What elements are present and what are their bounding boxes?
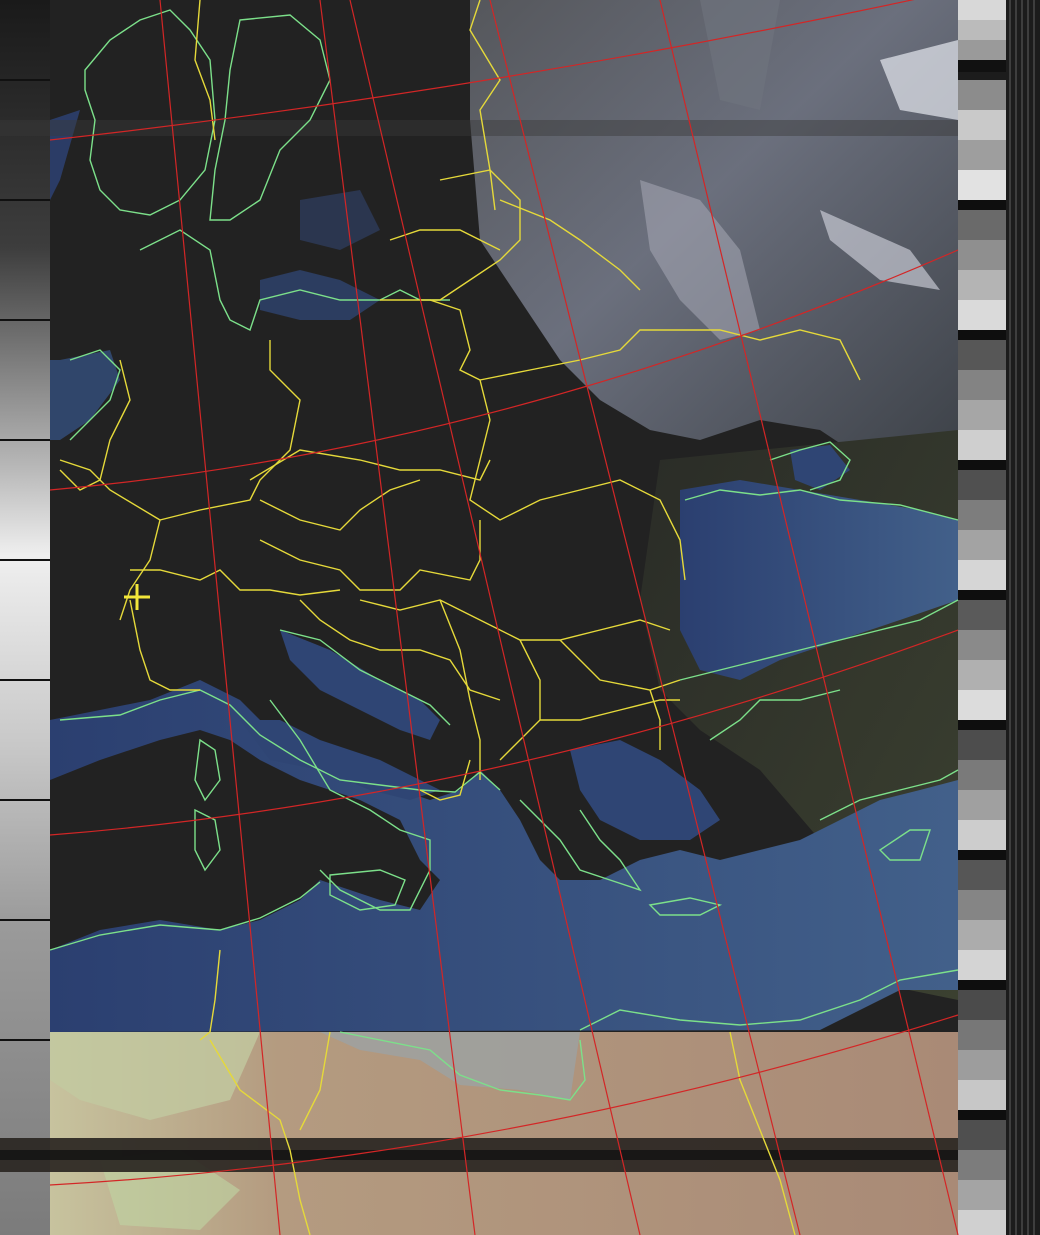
left-telemetry-strip: [0, 0, 50, 1235]
telemetry-wedges: [958, 0, 1006, 1235]
satellite-weather-image: [0, 0, 1040, 1235]
satellite-image-viewer: crosshair-marker-icon: [0, 0, 1040, 1235]
